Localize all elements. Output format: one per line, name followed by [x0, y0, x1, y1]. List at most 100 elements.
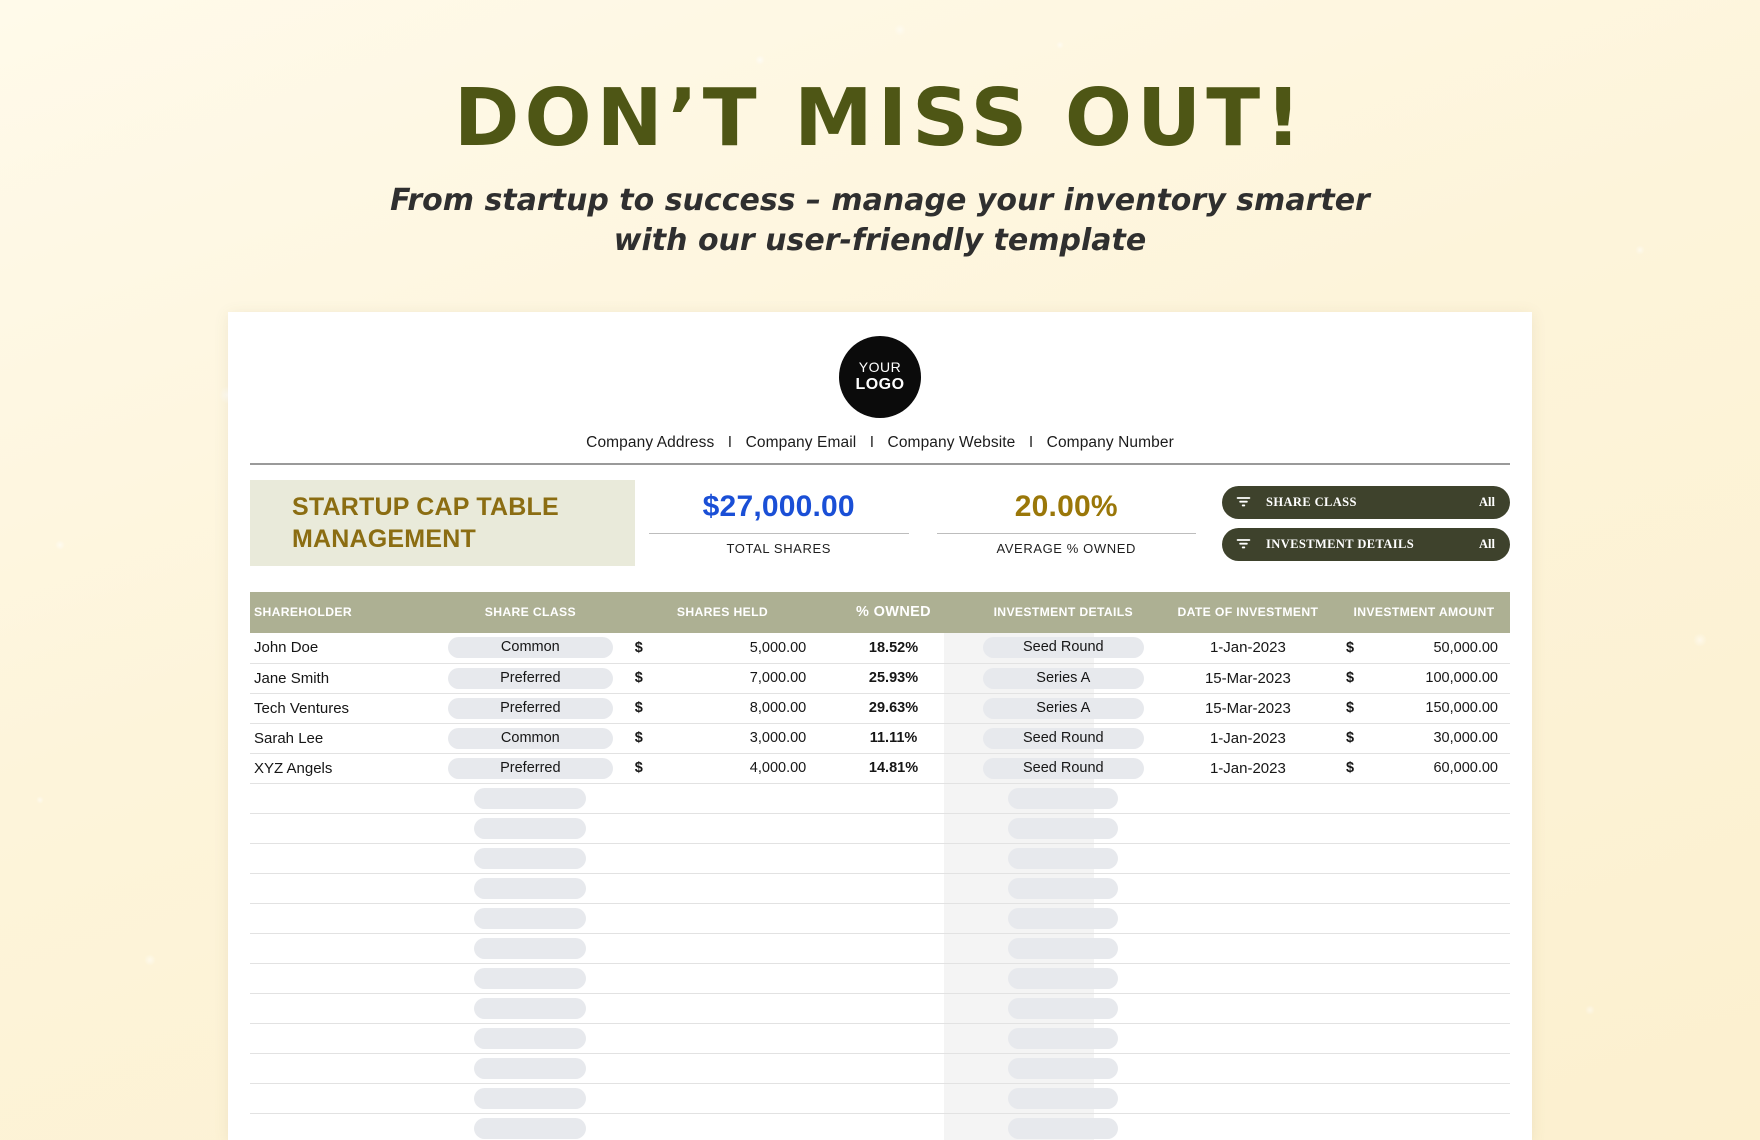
cell-shares-held[interactable]: $8,000.00 — [626, 693, 819, 724]
table-row-empty[interactable] — [250, 903, 1510, 934]
cell-investment-details[interactable] — [968, 993, 1158, 1024]
share-class-pill[interactable] — [474, 817, 587, 839]
cell-date-of-investment[interactable] — [1157, 933, 1338, 964]
cell-shareholder[interactable]: XYZ Angels — [250, 753, 434, 784]
cell-date-of-investment[interactable] — [1157, 963, 1338, 994]
share-class-pill[interactable] — [474, 847, 587, 869]
cell-percent-owned[interactable]: 11.11% — [818, 723, 969, 754]
cell-investment-amount[interactable] — [1337, 963, 1510, 994]
column-header-investment-details[interactable]: INVESTMENT DETAILS — [968, 592, 1158, 633]
share-class-pill[interactable] — [474, 1087, 587, 1109]
share-class-pill[interactable] — [474, 937, 587, 959]
cell-shares-held[interactable] — [626, 963, 819, 994]
cell-date-of-investment[interactable] — [1157, 1023, 1338, 1054]
column-header-date-of-investment[interactable]: DATE OF INVESTMENT — [1157, 592, 1338, 633]
cell-shareholder[interactable] — [250, 783, 434, 814]
cell-investment-amount[interactable]: $150,000.00 — [1337, 693, 1510, 724]
investment-details-pill[interactable]: Seed Round — [982, 757, 1144, 779]
cell-share-class[interactable] — [433, 933, 627, 964]
cell-investment-details[interactable] — [968, 843, 1158, 874]
cell-investment-details[interactable]: Seed Round — [968, 633, 1158, 664]
table-row[interactable]: Tech Ventures Preferred $8,000.00 29.63% Ser… — [250, 693, 1510, 724]
cell-shareholder[interactable]: Jane Smith — [250, 663, 434, 694]
cell-date-of-investment[interactable]: 1-Jan-2023 — [1157, 723, 1338, 754]
share-class-pill[interactable]: Preferred — [448, 757, 613, 779]
cell-investment-amount[interactable] — [1337, 843, 1510, 874]
cell-investment-details[interactable] — [968, 1053, 1158, 1084]
cell-shares-held[interactable] — [626, 1083, 819, 1114]
investment-details-pill[interactable]: Series A — [982, 697, 1144, 719]
table-row[interactable]: John Doe Common $5,000.00 18.52% Seed Round 1… — [250, 633, 1510, 664]
cell-share-class[interactable]: Preferred — [433, 753, 627, 784]
cell-shareholder[interactable] — [250, 1113, 434, 1140]
cell-percent-owned[interactable] — [818, 963, 969, 994]
investment-details-pill[interactable] — [1008, 937, 1119, 959]
cell-shareholder[interactable] — [250, 963, 434, 994]
cell-investment-amount[interactable]: $50,000.00 — [1337, 633, 1510, 664]
cell-percent-owned[interactable] — [818, 1053, 969, 1084]
cell-investment-details[interactable]: Seed Round — [968, 723, 1158, 754]
cell-investment-details[interactable]: Seed Round — [968, 753, 1158, 784]
cell-shareholder[interactable]: Tech Ventures — [250, 693, 434, 724]
cell-share-class[interactable] — [433, 993, 627, 1024]
table-row[interactable]: Jane Smith Preferred $7,000.00 25.93% Series… — [250, 663, 1510, 694]
cell-shareholder[interactable] — [250, 993, 434, 1024]
table-row-empty[interactable] — [250, 873, 1510, 904]
cell-date-of-investment[interactable] — [1157, 993, 1338, 1024]
cell-percent-owned[interactable]: 18.52% — [818, 633, 969, 664]
cell-share-class[interactable] — [433, 873, 627, 904]
cell-shareholder[interactable] — [250, 1053, 434, 1084]
cell-shares-held[interactable] — [626, 1113, 819, 1140]
investment-details-pill[interactable] — [1008, 967, 1119, 989]
cell-date-of-investment[interactable] — [1157, 843, 1338, 874]
cell-share-class[interactable] — [433, 813, 627, 844]
cell-shareholder[interactable] — [250, 813, 434, 844]
table-row-empty[interactable] — [250, 993, 1510, 1024]
investment-details-pill[interactable] — [1008, 1057, 1119, 1079]
cell-date-of-investment[interactable]: 1-Jan-2023 — [1157, 753, 1338, 784]
investment-details-pill[interactable] — [1008, 1087, 1119, 1109]
investment-details-pill[interactable] — [1008, 877, 1119, 899]
share-class-pill[interactable] — [474, 907, 587, 929]
table-row-empty[interactable] — [250, 813, 1510, 844]
cell-shares-held[interactable] — [626, 1023, 819, 1054]
investment-details-pill[interactable] — [1008, 997, 1119, 1019]
cell-investment-amount[interactable] — [1337, 1083, 1510, 1114]
cell-share-class[interactable] — [433, 1053, 627, 1084]
table-row-empty[interactable] — [250, 933, 1510, 964]
cell-date-of-investment[interactable]: 1-Jan-2023 — [1157, 633, 1338, 664]
cell-investment-amount[interactable] — [1337, 783, 1510, 814]
investment-details-pill[interactable] — [1008, 787, 1119, 809]
investment-details-pill[interactable] — [1008, 1027, 1119, 1049]
column-header-investment-amount[interactable]: INVESTMENT AMOUNT — [1337, 592, 1510, 633]
cell-shares-held[interactable]: $3,000.00 — [626, 723, 819, 754]
cell-shareholder[interactable]: Sarah Lee — [250, 723, 434, 754]
cell-investment-details[interactable] — [968, 783, 1158, 814]
table-row-empty[interactable] — [250, 963, 1510, 994]
cell-shares-held[interactable] — [626, 783, 819, 814]
cell-investment-amount[interactable]: $100,000.00 — [1337, 663, 1510, 694]
cell-shares-held[interactable] — [626, 843, 819, 874]
cell-share-class[interactable]: Preferred — [433, 693, 627, 724]
cell-shares-held[interactable] — [626, 873, 819, 904]
cell-shareholder[interactable] — [250, 1023, 434, 1054]
cell-shares-held[interactable] — [626, 903, 819, 934]
cell-investment-details[interactable] — [968, 933, 1158, 964]
cell-percent-owned[interactable] — [818, 1083, 969, 1114]
cell-percent-owned[interactable] — [818, 933, 969, 964]
cell-percent-owned[interactable] — [818, 1113, 969, 1140]
table-row-empty[interactable] — [250, 843, 1510, 874]
share-class-pill[interactable] — [474, 877, 587, 899]
cell-date-of-investment[interactable] — [1157, 813, 1338, 844]
cell-share-class[interactable]: Preferred — [433, 663, 627, 694]
cell-shares-held[interactable] — [626, 813, 819, 844]
cell-percent-owned[interactable]: 14.81% — [818, 753, 969, 784]
cell-investment-details[interactable] — [968, 1113, 1158, 1140]
cell-percent-owned[interactable] — [818, 813, 969, 844]
cell-shares-held[interactable]: $4,000.00 — [626, 753, 819, 784]
share-class-pill[interactable] — [474, 1027, 587, 1049]
filter-share-class[interactable]: SHARE CLASS All — [1222, 485, 1510, 519]
share-class-pill[interactable]: Common — [448, 727, 613, 749]
cell-shares-held[interactable] — [626, 993, 819, 1024]
investment-details-pill[interactable] — [1008, 817, 1119, 839]
